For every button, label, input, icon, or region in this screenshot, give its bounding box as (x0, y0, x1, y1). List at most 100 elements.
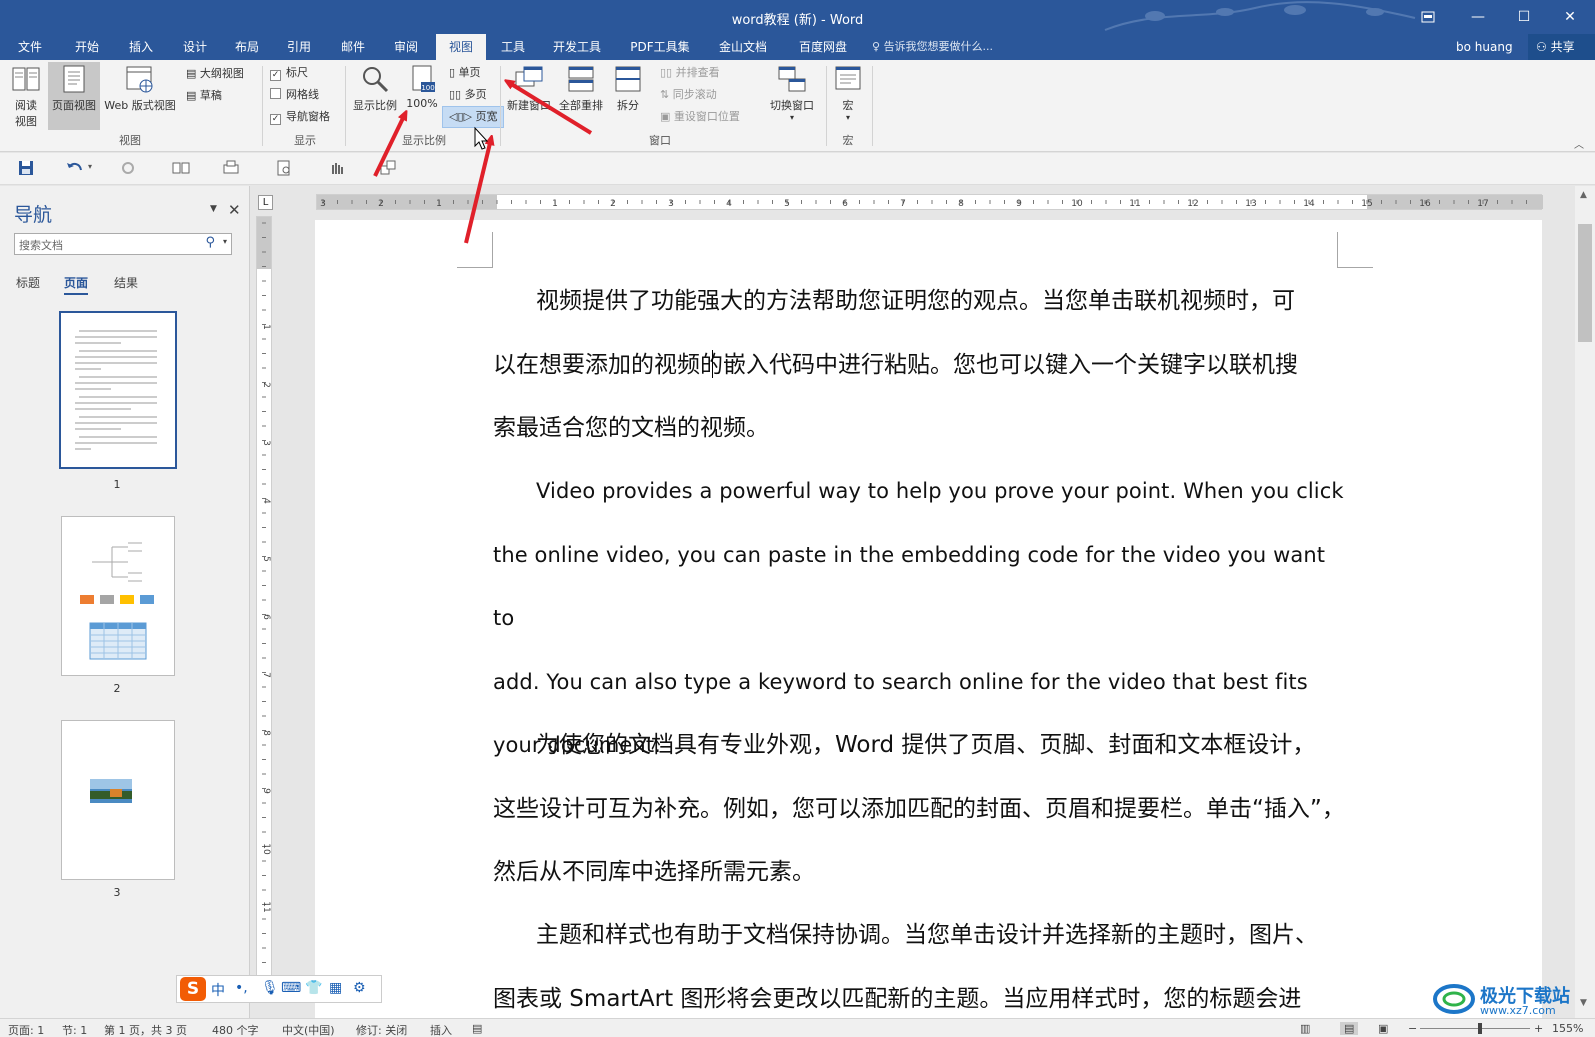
tab-file[interactable]: 文件 (6, 34, 54, 60)
ime-punctuation-button[interactable]: •, (235, 980, 248, 996)
new-window-button[interactable]: 新建窗口 (504, 64, 554, 130)
tab-developer[interactable]: 开发工具 (546, 34, 608, 60)
vertical-scrollbar[interactable]: ▲ ▼ (1575, 186, 1595, 1018)
status-section[interactable]: 节: 1 (62, 1022, 87, 1037)
tab-headings[interactable]: 标题 (16, 274, 40, 291)
tab-view[interactable]: 视图 (436, 34, 486, 60)
web-layout-view-icon[interactable]: ▣ (1378, 1022, 1388, 1035)
draft-button[interactable]: ▤ 草稿 (186, 86, 222, 106)
sogou-logo-icon[interactable]: S (180, 977, 206, 1001)
tab-review[interactable]: 审阅 (381, 34, 431, 60)
tab-design[interactable]: 设计 (170, 34, 220, 60)
gridlines-checkbox[interactable]: 网格线 (270, 85, 319, 105)
status-page-of[interactable]: 第 1 页，共 3 页 (104, 1022, 187, 1037)
chevron-down-icon[interactable]: ▼ (210, 204, 217, 214)
tab-mailings[interactable]: 邮件 (328, 34, 378, 60)
side-by-side-view-icon[interactable] (172, 160, 190, 176)
tab-kingsoft-docs[interactable]: 金山文档 (710, 34, 776, 60)
chevron-down-icon[interactable]: ▾ (223, 237, 227, 246)
tab-pages[interactable]: 页面 (64, 274, 89, 295)
zoom-slider[interactable] (1420, 1028, 1530, 1029)
microphone-icon[interactable]: 🎙 (261, 980, 279, 996)
toolbox-icon[interactable]: ▦ (329, 980, 342, 996)
outline-button[interactable]: ▤ 大纲视图 (186, 64, 244, 84)
status-insert-mode[interactable]: 插入 (430, 1022, 452, 1037)
checkbox-checked-icon: ✓ (270, 114, 281, 125)
customize-qat-icon[interactable] (380, 160, 398, 176)
arrange-all-button[interactable]: 全部重排 (556, 64, 606, 130)
macro-record-icon[interactable]: ▤ (472, 1022, 482, 1035)
status-track-changes[interactable]: 修订: 关闭 (356, 1022, 407, 1037)
tab-results[interactable]: 结果 (114, 274, 138, 291)
page-thumbnail-3[interactable] (61, 720, 175, 880)
minimize-button[interactable]: — (1455, 0, 1501, 34)
zoom-slider-thumb[interactable] (1478, 1023, 1482, 1034)
horizontal-ruler[interactable]: 3 2 1 1 2 3 4 5 6 7 8 9 10 11 12 13 14 15 16 17 (316, 194, 1543, 210)
scrollbar-thumb[interactable] (1578, 224, 1592, 342)
touch-mode-icon[interactable] (328, 160, 346, 176)
vertical-ruler[interactable]: 1 2 3 4 5 6 7 8 9 10 11 (256, 216, 272, 986)
reset-window-position-button[interactable]: ▣ 重设窗口位置 (660, 107, 740, 127)
sync-scroll-button[interactable]: ⇅ 同步滚动 (660, 85, 717, 105)
ruler-checkbox[interactable]: ✓ 标尺 (270, 63, 308, 83)
page-thumbnail-2[interactable] (61, 516, 175, 676)
keyboard-icon[interactable]: ⌨ (281, 980, 301, 996)
tab-selector[interactable]: L (258, 195, 273, 210)
tab-tools[interactable]: 工具 (488, 34, 538, 60)
undo-icon[interactable] (66, 160, 84, 176)
read-mode-view-icon[interactable]: ▥ (1300, 1022, 1310, 1035)
switch-windows-button[interactable]: 切换窗口 ▾ (764, 64, 820, 134)
switch-windows-label: 切换窗口 (770, 99, 814, 112)
share-button[interactable]: ⚇ 共享 (1528, 34, 1595, 60)
tab-pdf-tools[interactable]: PDF工具集 (624, 34, 696, 60)
tab-layout[interactable]: 布局 (222, 34, 272, 60)
page-thumbnail-1[interactable] (59, 311, 177, 469)
tab-references[interactable]: 引用 (274, 34, 324, 60)
zoom-100-button[interactable]: 100 100% (402, 64, 442, 130)
ime-mode-button[interactable]: 中 (211, 980, 225, 1000)
scroll-up-icon[interactable]: ▲ (1580, 190, 1587, 200)
zoom-button[interactable]: 显示比例 (350, 64, 400, 130)
read-mode-button[interactable]: 阅读 视图 (6, 64, 46, 130)
show-group-label: 显示 (294, 134, 316, 147)
user-name[interactable]: bo huang (1456, 34, 1513, 60)
status-language[interactable]: 中文(中国) (282, 1022, 335, 1037)
print-preview-icon[interactable] (222, 160, 240, 176)
status-word-count[interactable]: 480 个字 (212, 1022, 259, 1037)
find-page-icon[interactable] (276, 160, 294, 176)
search-icon[interactable]: ⚲ (205, 235, 215, 250)
split-button[interactable]: 拆分 (610, 64, 646, 130)
web-layout-button[interactable]: Web 版式视图 (100, 64, 180, 130)
nav-pane-checkbox[interactable]: ✓ 导航窗格 (270, 107, 330, 127)
close-icon[interactable]: ✕ (228, 201, 241, 219)
ruler-label: 2 (261, 382, 271, 388)
print-layout-view-icon[interactable]: ▤ (1340, 1022, 1359, 1035)
checkbox-unchecked-icon (270, 88, 281, 99)
status-zoom-level[interactable]: 155% (1552, 1022, 1583, 1035)
redo-icon[interactable] (120, 160, 136, 176)
document-page[interactable]: 视频提供了功能强大的方法帮助您证明您的观点。当您单击联机视频时，可 以在想要添加… (315, 220, 1542, 1018)
one-page-button[interactable]: ▯ 单页 (445, 63, 485, 83)
tab-insert[interactable]: 插入 (116, 34, 166, 60)
close-button[interactable]: ✕ (1547, 0, 1593, 34)
status-page[interactable]: 页面: 1 (8, 1022, 44, 1037)
multiple-pages-button[interactable]: ▯▯ 多页 (445, 85, 491, 105)
zoom-in-icon[interactable]: + (1534, 1022, 1543, 1035)
tab-baidu-netdisk[interactable]: 百度网盘 (790, 34, 856, 60)
print-layout-button[interactable]: 页面视图 (48, 62, 100, 130)
save-icon[interactable] (18, 160, 34, 176)
maximize-button[interactable]: ☐ (1501, 0, 1547, 34)
collapse-ribbon-icon[interactable]: ︿ (1574, 136, 1584, 151)
chevron-down-icon[interactable]: ▾ (88, 162, 92, 171)
nav-search-input[interactable]: 搜索文档 ⚲ ▾ (14, 233, 232, 255)
settings-icon[interactable]: ⚙ (353, 980, 366, 996)
page-width-button[interactable]: ◁▯▷ 页宽 (441, 106, 505, 128)
ribbon-display-button[interactable] (1405, 0, 1451, 34)
ruler-label: 7 (900, 199, 906, 209)
tab-home[interactable]: 开始 (62, 34, 112, 60)
skin-icon[interactable]: 👕 (305, 980, 322, 996)
macros-button[interactable]: 宏 ▾ (830, 64, 866, 134)
side-by-side-button[interactable]: ▯▯ 并排查看 (660, 63, 720, 83)
zoom-out-icon[interactable]: − (1408, 1022, 1417, 1035)
tell-me-box[interactable]: ♀ 告诉我您想要做什么... (872, 34, 993, 60)
